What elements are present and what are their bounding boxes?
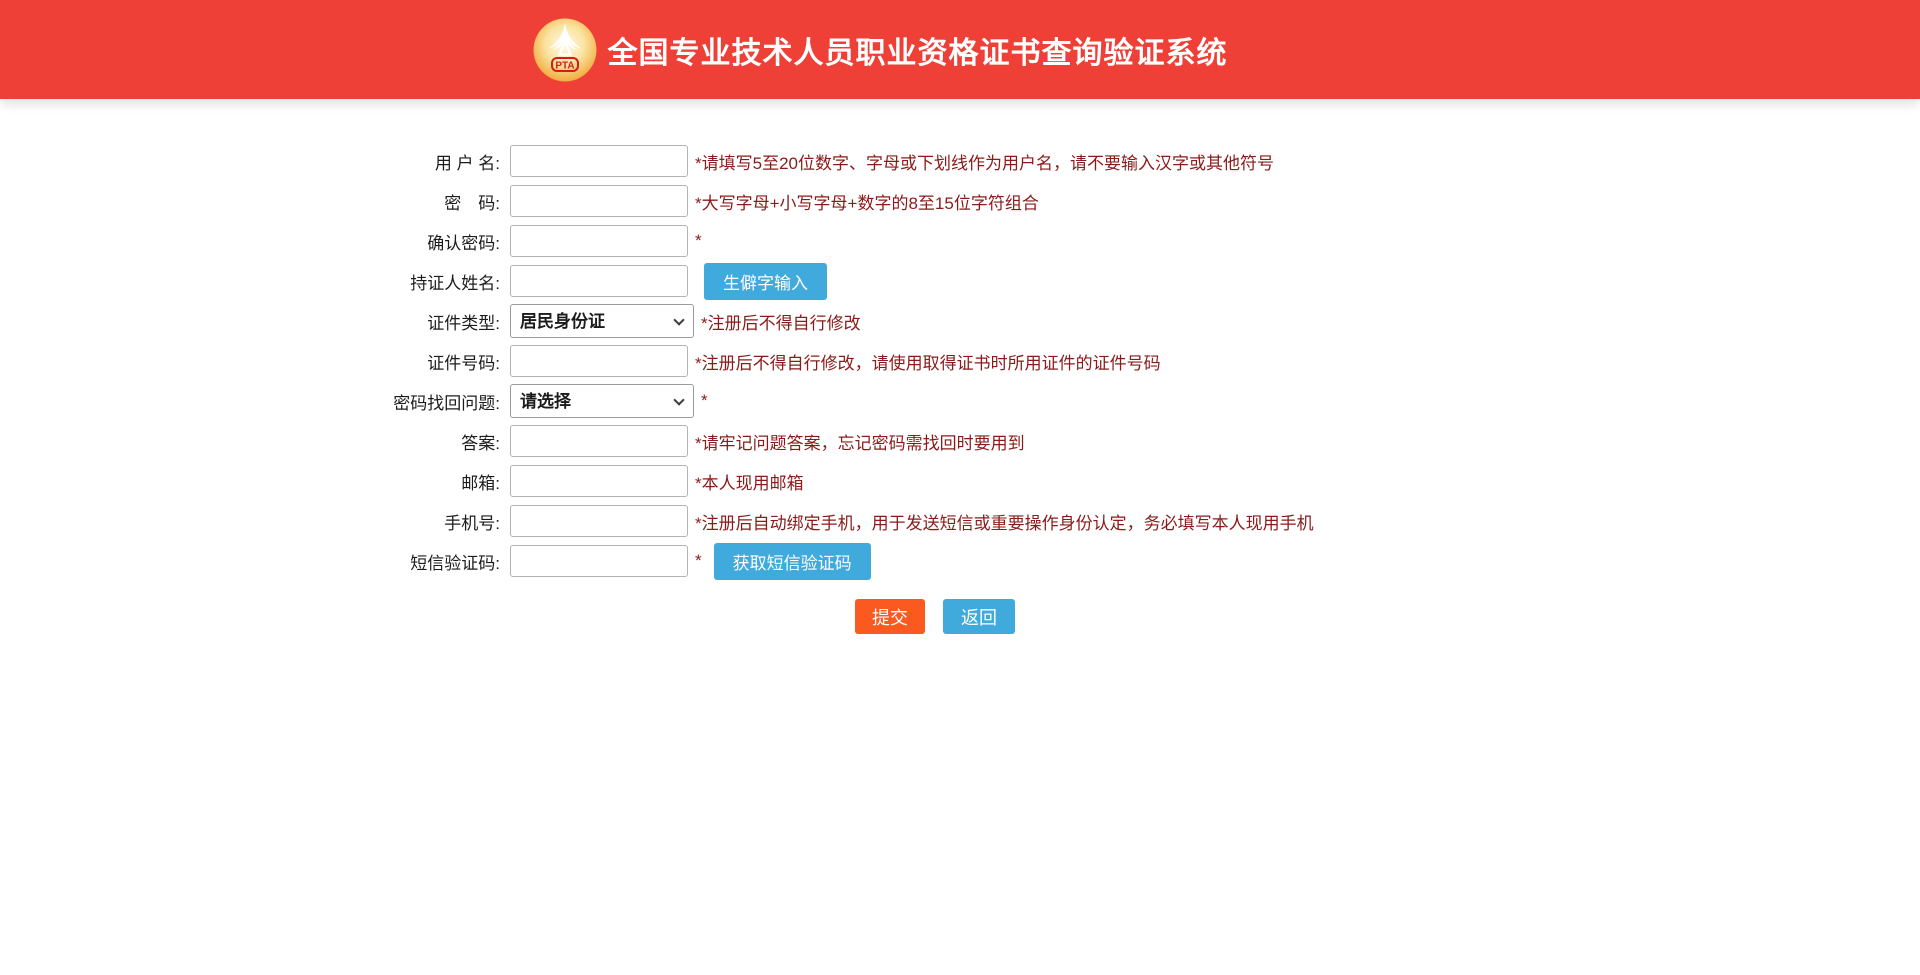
form-row-cert-number: 证件号码: *注册后不得自行修改，请使用取得证书时所用证件的证件号码: [335, 341, 1920, 381]
form-row-sms-code: 短信验证码: * 获取短信验证码: [335, 541, 1920, 581]
holder-name-label: 持证人姓名:: [335, 269, 510, 294]
header-brand: PTA 全国专业技术人员职业资格证书查询验证系统: [533, 18, 1228, 82]
form-row-password: 密 码: *大写字母+小写字母+数字的8至15位字符组合: [335, 181, 1920, 221]
answer-label: 答案:: [335, 429, 510, 454]
pta-logo-text: PTA: [555, 60, 574, 71]
form-row-mobile: 手机号: *注册后自动绑定手机，用于发送短信或重要操作身份认定，务必填写本人现用…: [335, 501, 1920, 541]
form-row-answer: 答案: *请牢记问题答案，忘记密码需找回时要用到: [335, 421, 1920, 461]
confirm-password-hint: *: [695, 231, 702, 251]
username-hint: *请填写5至20位数字、字母或下划线作为用户名，请不要输入汉字或其他符号: [695, 149, 1274, 174]
answer-input[interactable]: [510, 425, 688, 457]
form-row-security-question: 密码找回问题: 请选择 *: [335, 381, 1920, 421]
get-sms-code-button[interactable]: 获取短信验证码: [714, 543, 871, 580]
security-question-label: 密码找回问题:: [335, 389, 510, 414]
password-label: 密 码:: [335, 189, 510, 214]
mobile-input[interactable]: [510, 505, 688, 537]
form-row-cert-type: 证件类型: 居民身份证 *注册后不得自行修改: [335, 301, 1920, 341]
cert-number-input[interactable]: [510, 345, 688, 377]
cert-type-hint: *注册后不得自行修改: [701, 309, 861, 334]
form-row-email: 邮箱: *本人现用邮箱: [335, 461, 1920, 501]
sms-code-input[interactable]: [510, 545, 688, 577]
username-label: 用 户 名:: [335, 149, 510, 174]
rare-character-input-button[interactable]: 生僻字输入: [704, 263, 827, 300]
email-input[interactable]: [510, 465, 688, 497]
form-actions: 提交 返回: [855, 599, 1920, 634]
password-hint: *大写字母+小写字母+数字的8至15位字符组合: [695, 189, 1039, 214]
cert-type-select-wrap: 居民身份证: [510, 304, 694, 338]
cert-number-hint: *注册后不得自行修改，请使用取得证书时所用证件的证件号码: [695, 349, 1161, 374]
username-input[interactable]: [510, 145, 688, 177]
confirm-password-input[interactable]: [510, 225, 688, 257]
submit-button[interactable]: 提交: [855, 599, 925, 634]
page-title: 全国专业技术人员职业资格证书查询验证系统: [608, 28, 1228, 72]
email-hint: *本人现用邮箱: [695, 469, 804, 494]
mobile-label: 手机号:: [335, 509, 510, 534]
confirm-password-label: 确认密码:: [335, 229, 510, 254]
cert-type-label: 证件类型:: [335, 309, 510, 334]
sms-code-hint: *: [695, 551, 702, 571]
form-row-username: 用 户 名: *请填写5至20位数字、字母或下划线作为用户名，请不要输入汉字或其…: [335, 141, 1920, 181]
cert-type-select[interactable]: 居民身份证: [510, 304, 694, 338]
form-row-holder-name: 持证人姓名: 生僻字输入: [335, 261, 1920, 301]
password-input[interactable]: [510, 185, 688, 217]
mobile-hint: *注册后自动绑定手机，用于发送短信或重要操作身份认定，务必填写本人现用手机: [695, 509, 1314, 534]
holder-name-input[interactable]: [510, 265, 688, 297]
app-header: PTA 全国专业技术人员职业资格证书查询验证系统: [0, 0, 1920, 99]
security-question-hint: *: [701, 391, 708, 411]
registration-form: 用 户 名: *请填写5至20位数字、字母或下划线作为用户名，请不要输入汉字或其…: [335, 141, 1920, 634]
email-label: 邮箱:: [335, 469, 510, 494]
cert-number-label: 证件号码:: [335, 349, 510, 374]
security-question-select-wrap: 请选择: [510, 384, 694, 418]
form-row-confirm-password: 确认密码: *: [335, 221, 1920, 261]
pta-logo-icon: PTA: [533, 18, 597, 82]
sms-code-label: 短信验证码:: [335, 549, 510, 574]
security-question-select[interactable]: 请选择: [510, 384, 694, 418]
back-button[interactable]: 返回: [943, 599, 1015, 634]
answer-hint: *请牢记问题答案，忘记密码需找回时要用到: [695, 429, 1025, 454]
